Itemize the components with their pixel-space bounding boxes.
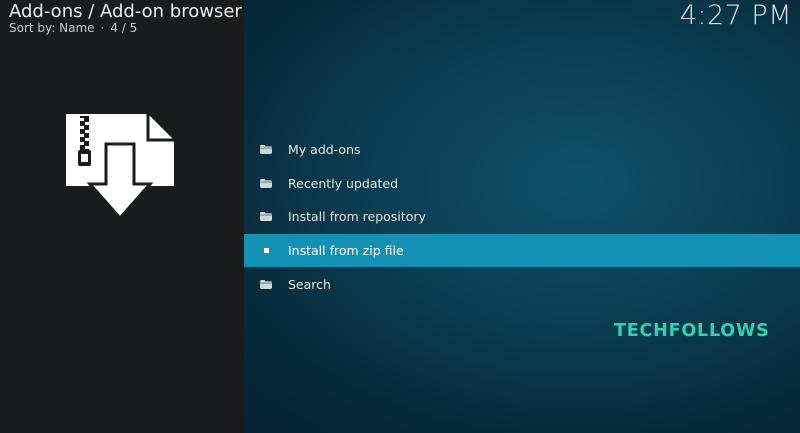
clock: 4:27 PM	[679, 0, 792, 31]
menu-item-label: Install from repository	[288, 209, 426, 225]
menu-item-my-addons[interactable]: My add-ons	[244, 133, 800, 167]
menu-item-label: My add-ons	[288, 142, 361, 158]
menu-item-label: Install from zip file	[288, 243, 404, 259]
item-position: 4 / 5	[110, 21, 138, 35]
folder-icon	[260, 279, 272, 289]
page-title: Add-ons / Add-on browser	[9, 1, 242, 22]
menu-item-recently-updated[interactable]: Recently updated	[244, 167, 800, 201]
sort-info[interactable]: Sort by: Name · 4 / 5	[9, 21, 137, 35]
addon-menu: My add-ons Recently updated Install from…	[244, 133, 800, 301]
separator: ·	[100, 21, 105, 35]
square-icon	[260, 246, 272, 256]
menu-item-label: Search	[288, 276, 331, 292]
left-panel	[0, 0, 244, 433]
zip-file-download-icon	[66, 114, 174, 220]
watermark: TECHFOLLOWS	[614, 321, 770, 341]
menu-item-install-from-repository[interactable]: Install from repository	[244, 200, 800, 234]
menu-item-install-from-zip-file[interactable]: Install from zip file	[244, 233, 800, 268]
folder-icon	[260, 145, 272, 155]
menu-item-label: Recently updated	[288, 175, 399, 191]
folder-icon	[260, 178, 272, 188]
menu-item-search[interactable]: Search	[244, 267, 800, 301]
sort-label: Sort by: Name	[9, 21, 95, 35]
folder-icon	[260, 212, 272, 222]
